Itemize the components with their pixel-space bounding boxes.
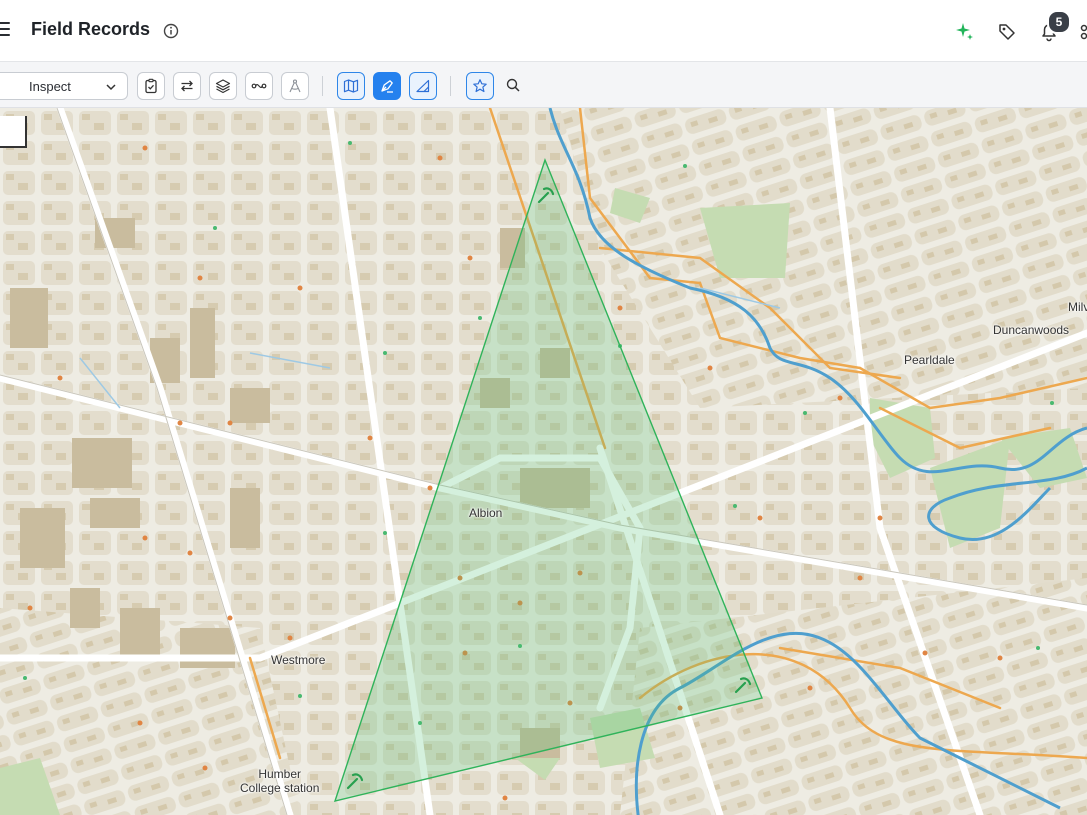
favorites-tool-button[interactable] (466, 72, 494, 100)
map-canvas[interactable]: Albion Westmore Humber College station P… (0, 108, 1087, 815)
mode-select[interactable]: Inspect (0, 72, 128, 100)
tag-icon[interactable] (996, 20, 1018, 42)
star-icon (473, 79, 487, 93)
arrows-swap-icon (181, 80, 193, 92)
place-label: Duncanwoods (993, 323, 1070, 337)
place-label: Albion (469, 506, 503, 520)
map-view-tool-button[interactable] (337, 72, 365, 100)
search-tool-button[interactable] (500, 72, 528, 100)
place-label: Humber College station (240, 767, 320, 795)
layers-tool-button[interactable] (209, 72, 237, 100)
pickaxe-icon[interactable] (733, 675, 753, 695)
map-toolbar: Inspect (0, 62, 1087, 108)
notification-count-badge: 5 (1047, 10, 1071, 34)
app-header: Field Records 5 (0, 0, 1087, 62)
map-icon (343, 79, 359, 93)
share-icon[interactable] (1078, 20, 1087, 42)
pen-tool-icon (381, 80, 393, 93)
layers-icon (215, 79, 231, 94)
toolbar-divider (322, 76, 323, 96)
pickaxe-icon[interactable] (536, 185, 556, 205)
clipboard-check-icon (145, 78, 157, 94)
chevron-down-icon (106, 84, 116, 91)
draw-triangle-tool-button[interactable] (409, 72, 437, 100)
place-label: Westmore (271, 653, 326, 667)
map-scale-box (0, 116, 27, 148)
ruler-triangle-icon (416, 79, 430, 93)
place-label: Pearldale (904, 353, 955, 367)
info-icon[interactable] (162, 22, 180, 40)
sparkle-icon[interactable] (954, 20, 976, 42)
hamburger-menu-icon[interactable] (0, 22, 10, 38)
place-label: Milv (1068, 300, 1087, 314)
search-icon (506, 78, 520, 92)
mode-select-value: Inspect (29, 79, 71, 94)
pickaxe-icon[interactable] (345, 771, 365, 791)
basemap (0, 108, 1087, 815)
route-tool-button[interactable] (245, 72, 273, 100)
swap-tool-button[interactable] (173, 72, 201, 100)
compass-icon (289, 79, 301, 93)
measure-tool-button[interactable] (281, 72, 309, 100)
draw-polygon-tool-button[interactable] (373, 72, 401, 100)
page-title: Field Records (31, 19, 151, 39)
checklist-tool-button[interactable] (137, 72, 165, 100)
route-icon (251, 83, 267, 89)
toolbar-divider (450, 76, 451, 96)
